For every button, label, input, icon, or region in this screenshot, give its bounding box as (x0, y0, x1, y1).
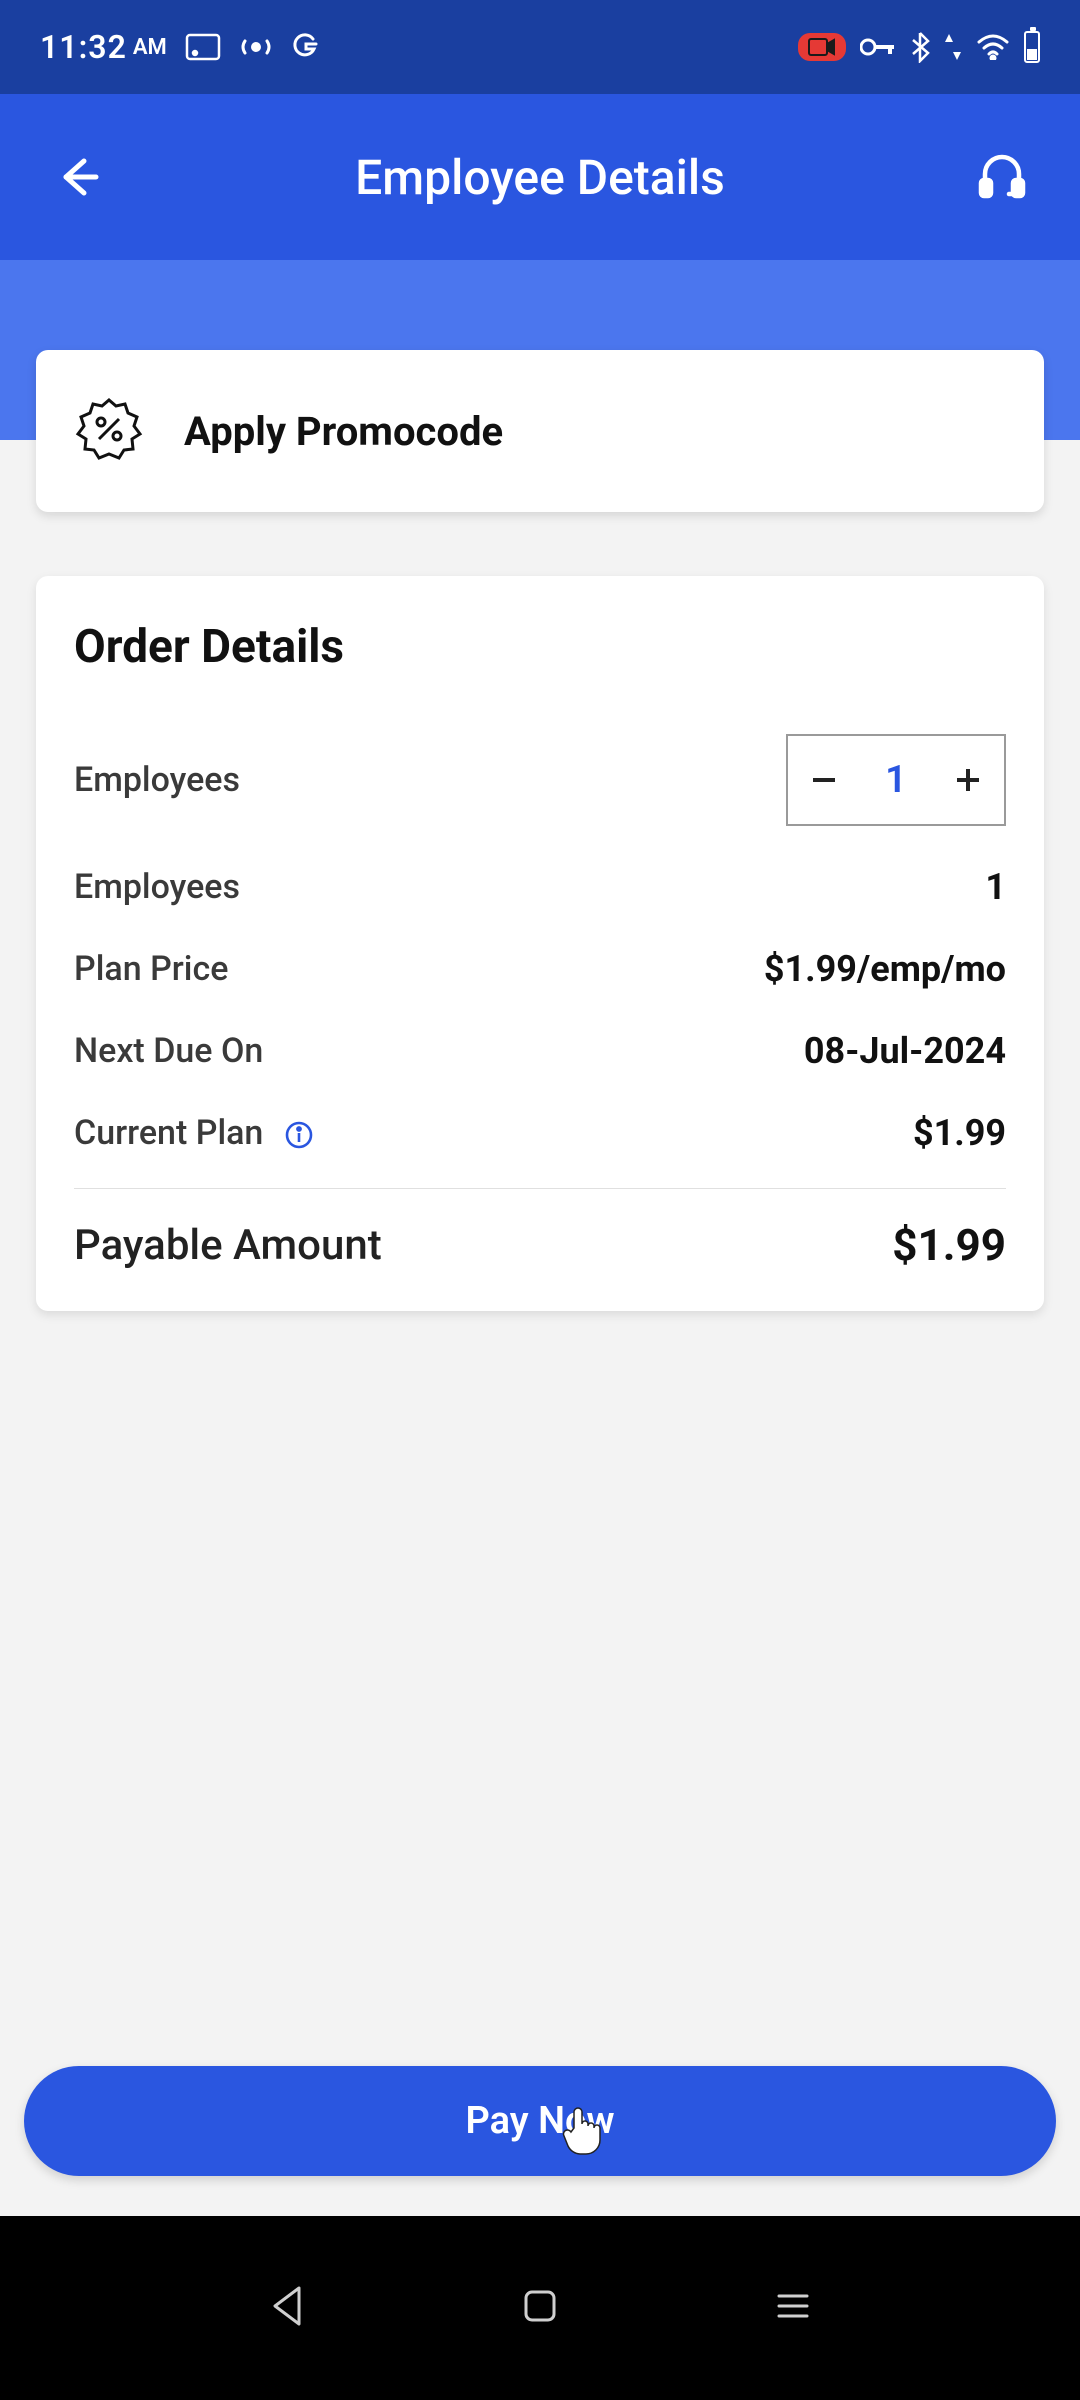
divider (74, 1188, 1006, 1189)
hotspot-icon (239, 33, 273, 61)
current-plan-row: Current Plan $1.99 (74, 1092, 1006, 1174)
next-due-value: 08-Jul-2024 (804, 1030, 1006, 1072)
plan-price-value: $1.99/emp/mo (764, 948, 1006, 990)
google-g-icon (291, 32, 321, 62)
current-plan-value: $1.99 (913, 1112, 1006, 1154)
back-button[interactable] (46, 145, 110, 209)
record-video-icon (798, 33, 846, 61)
nav-back-button[interactable] (267, 2284, 307, 2332)
promo-label: Apply Promocode (184, 408, 503, 455)
employees-row: Employees 1 (74, 846, 1006, 928)
stepper-value: 1 (860, 758, 932, 802)
status-time: 11:32 (40, 28, 127, 66)
percent-badge-icon (74, 394, 144, 468)
payable-label: Payable Amount (74, 1221, 382, 1270)
headset-icon (975, 150, 1029, 204)
plus-icon (951, 763, 985, 797)
info-icon[interactable] (284, 1120, 314, 1150)
status-left: 11:32 AM (40, 28, 321, 66)
order-details-card: Order Details Employees 1 Employees 1 (36, 576, 1044, 1311)
current-plan-label: Current Plan (74, 1113, 314, 1153)
employees-stepper-label: Employees (74, 760, 240, 800)
support-button[interactable] (970, 145, 1034, 209)
pay-now-label: Pay Now (465, 2099, 614, 2143)
nav-home-button[interactable] (520, 2286, 560, 2330)
status-right (798, 31, 1040, 63)
arrow-left-icon (52, 151, 104, 203)
battery-icon (1024, 31, 1040, 63)
data-updown-icon (944, 32, 962, 62)
plan-price-label: Plan Price (74, 949, 228, 989)
minus-icon (807, 763, 841, 797)
next-due-label: Next Due On (74, 1031, 263, 1071)
status-ampm: AM (133, 35, 167, 60)
screen-root: 11:32 AM (0, 0, 1080, 2400)
key-icon (860, 37, 896, 57)
employees-label: Employees (74, 867, 240, 907)
employees-value: 1 (985, 866, 1006, 908)
apply-promocode-card[interactable]: Apply Promocode (36, 350, 1044, 512)
payable-value: $1.99 (892, 1219, 1006, 1271)
wifi-icon (976, 34, 1010, 60)
payable-row: Payable Amount $1.99 (74, 1199, 1006, 1271)
status-bar: 11:32 AM (0, 0, 1080, 94)
employees-stepper: 1 (786, 734, 1006, 826)
next-due-row: Next Due On 08-Jul-2024 (74, 1010, 1006, 1092)
stepper-minus-button[interactable] (788, 734, 860, 826)
bluetooth-icon (910, 31, 930, 63)
page-title: Employee Details (355, 149, 725, 206)
app-bar: Employee Details (0, 94, 1080, 260)
pay-now-button[interactable]: Pay Now (24, 2066, 1056, 2176)
android-nav-bar (0, 2216, 1080, 2400)
stepper-plus-button[interactable] (932, 734, 1004, 826)
employees-stepper-row: Employees 1 (74, 714, 1006, 846)
order-details-title: Order Details (74, 620, 1006, 674)
plan-price-row: Plan Price $1.99/emp/mo (74, 928, 1006, 1010)
nav-recent-button[interactable] (773, 2290, 813, 2326)
screencast-icon (185, 33, 221, 61)
current-plan-label-text: Current Plan (74, 1113, 263, 1153)
